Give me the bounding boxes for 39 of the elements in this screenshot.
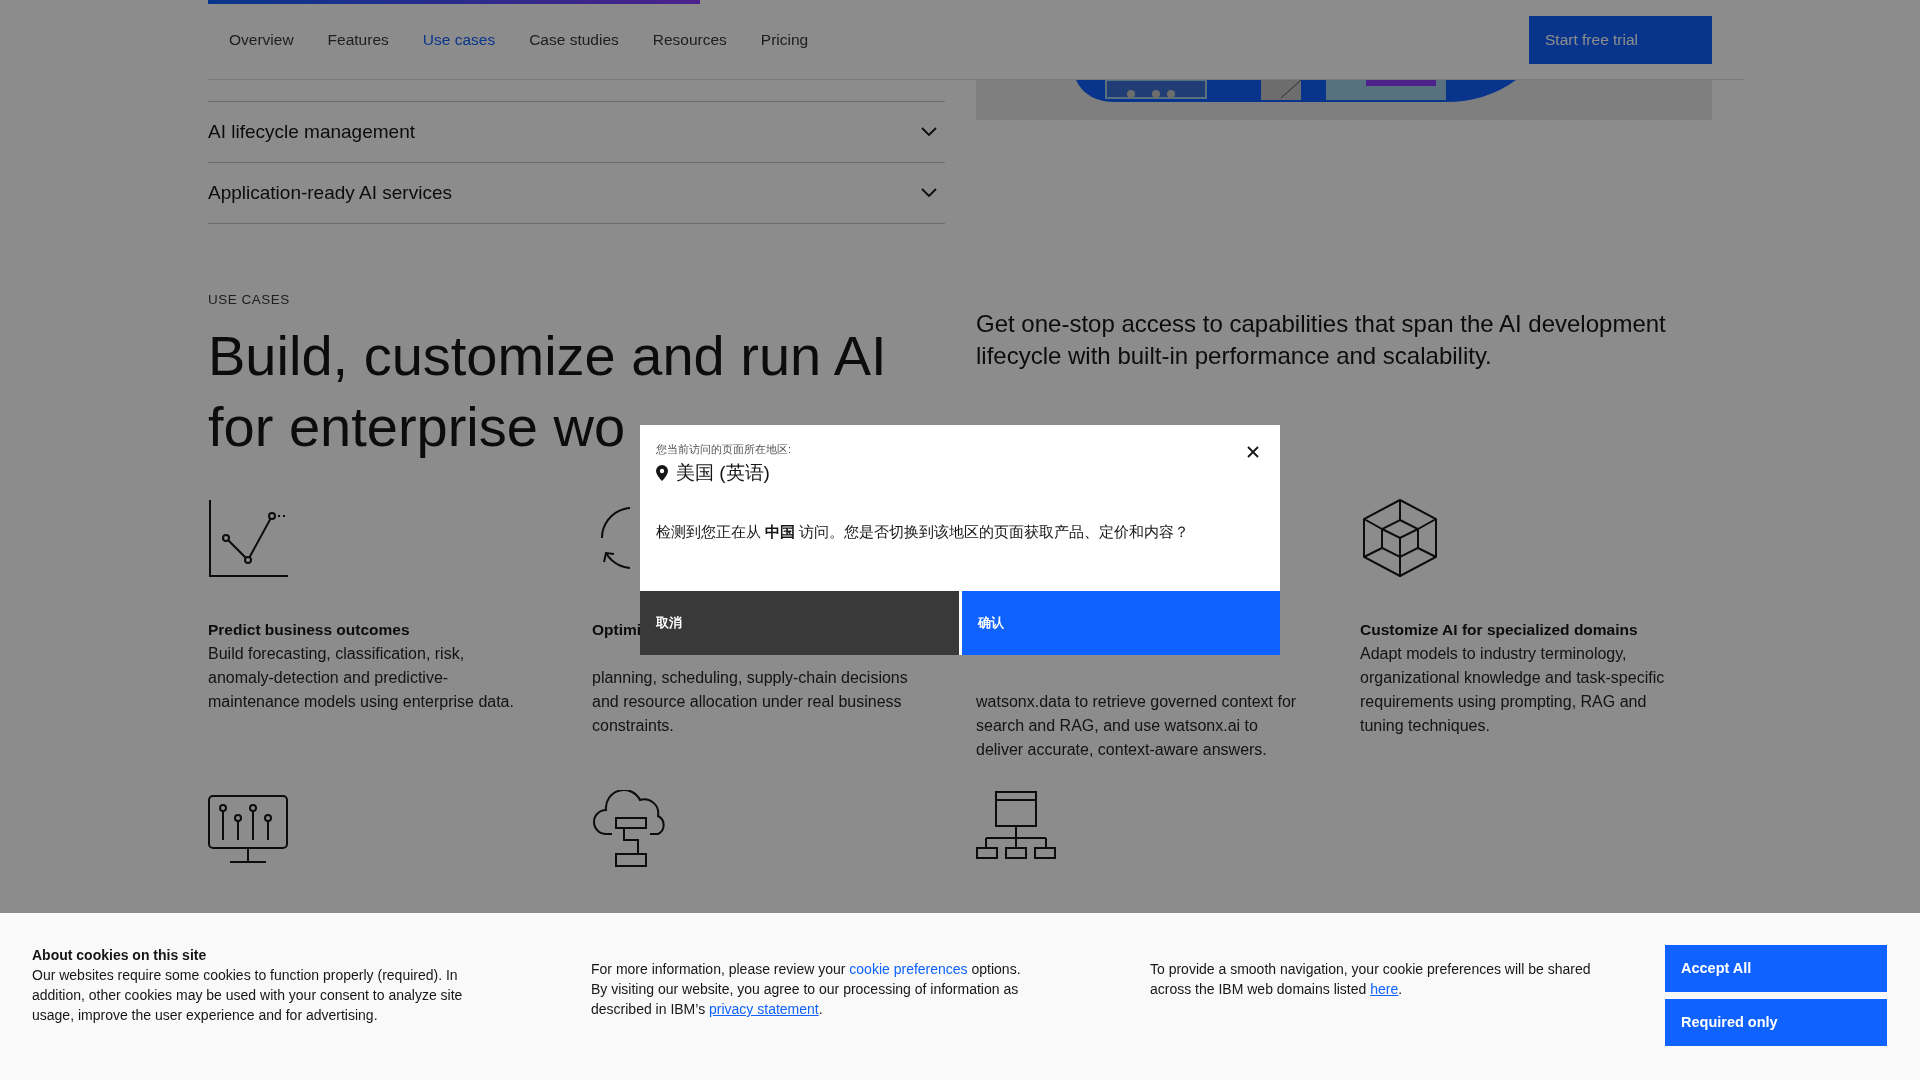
text-link[interactable]: here — [1370, 981, 1399, 997]
nav-tab[interactable]: Features — [310, 0, 406, 80]
nav-tab[interactable]: Use cases — [405, 0, 513, 80]
confirm-button[interactable]: 确认 — [961, 591, 1280, 655]
card-title: Optimi — [592, 620, 642, 641]
close-icon — [1246, 445, 1260, 459]
card-title: Predict business outcomes — [208, 620, 410, 641]
accordion-item[interactable]: AI lifecycle management — [208, 102, 945, 163]
nav-tab[interactable]: Pricing — [743, 0, 826, 80]
card-description: Adapt models to industry terminology, organizational knowledge and task-specific requirements using prompting, RAG and tuning techniques. — [1360, 644, 1666, 737]
nav-tab[interactable]: Case studies — [512, 0, 636, 80]
cookie-text: For more information, please review your cookie preferences options. By visiting our website, you agree to our processing of information as described in IBM’s privacy statement. — [591, 960, 1022, 1019]
required-only-button[interactable]: Required only — [1665, 999, 1887, 1046]
card-description: Build forecasting, classification, risk, anomaly-detection and predictive-maintenance models using enterprise data. — [208, 644, 515, 713]
section-heading: Build, customize and run AI — [208, 323, 887, 390]
close-button[interactable] — [1246, 445, 1260, 459]
section-intro: Get one-stop access to capabilities that span the AI development lifecycle with built-in performance and scalability. — [976, 309, 1667, 371]
card-title: Customize AI for specialized domains — [1360, 620, 1638, 641]
accept-all-button[interactable]: Accept All — [1665, 945, 1887, 992]
location-pin-icon — [656, 465, 668, 482]
start-trial-button[interactable]: Start free trial — [1529, 15, 1712, 64]
text-link[interactable]: cookie preferences — [849, 961, 968, 977]
card-description: planning, scheduling, supply-chain decisions and resource allocation under real business constraints. — [592, 668, 909, 737]
cookie-text: To provide a smooth navigation, your cookie preferences will be shared across the IBM web domains listed here. — [1150, 960, 1592, 999]
section-eyebrow: USE CASES — [208, 291, 291, 309]
nav-tab[interactable]: Overview — [212, 0, 311, 80]
location-text: 美国 (英语) — [676, 461, 770, 485]
dialog-message: 检测到您正在从 中国 访问。您是否切换到该地区的页面获取产品、定价和内容？ — [656, 522, 1190, 542]
dialog-label: 您当前访问的页面所在地区: — [656, 442, 792, 457]
text-link[interactable]: privacy statement — [709, 1001, 819, 1017]
cookie-title: About cookies on this site — [32, 946, 208, 965]
card-description: watsonx.data to retrieve governed context for search and RAG, and use watsonx.ai to deliver accurate, context-aware answers. — [976, 692, 1298, 761]
accordion-item[interactable]: Application-ready AI services — [208, 163, 945, 224]
cookie-text: Our websites require some cookies to function properly (required). In addition, other cookies may be used with your consent to analyze site usage, improve the user experience and for advertising. — [32, 966, 464, 1025]
cancel-button[interactable]: 取消 — [640, 591, 959, 655]
chart-icon — [208, 498, 288, 579]
nav-tab[interactable]: Resources — [635, 0, 744, 80]
cube-icon — [1360, 498, 1440, 579]
section-heading: for enterprise wo — [208, 394, 626, 461]
